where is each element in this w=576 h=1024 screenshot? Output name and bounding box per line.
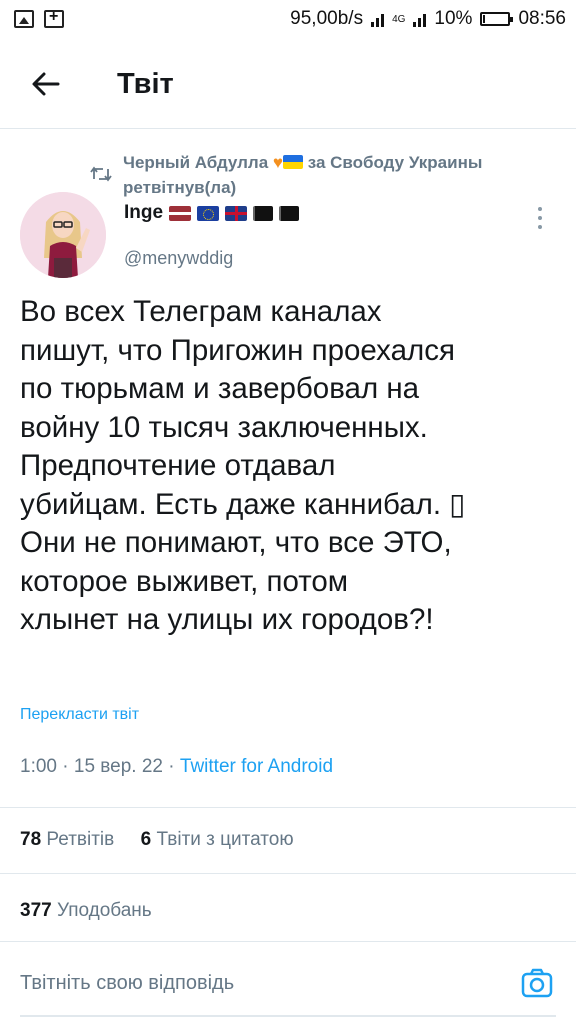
signal-4g-icon xyxy=(413,11,427,27)
black-flag-icon xyxy=(253,205,274,221)
tweet-time: 1:00 xyxy=(20,756,57,777)
divider xyxy=(0,807,576,808)
uk-flag-icon xyxy=(225,205,248,221)
reply-bar xyxy=(0,942,576,1024)
eu-flag-icon xyxy=(197,205,220,221)
author-name-row[interactable]: Inge xyxy=(124,202,300,224)
latvia-flag-icon xyxy=(169,205,192,221)
add-notification-icon xyxy=(44,8,64,28)
quotes-label: Твіти з цитатою xyxy=(156,829,294,850)
separator: · xyxy=(168,756,180,777)
reply-underline xyxy=(20,1015,556,1017)
tweet-line: Во всех Телеграм каналах xyxy=(20,295,382,328)
avatar-illustration-icon xyxy=(20,192,106,278)
retweets-label: Ретвітів xyxy=(46,829,115,850)
camera-icon[interactable] xyxy=(520,966,554,1000)
tweet-line: Они не понимают, что все ЭТО, xyxy=(20,526,452,559)
quotes-count: 6 xyxy=(140,829,152,850)
translate-tweet-link[interactable]: Перекласти твіт xyxy=(20,706,139,724)
signal-icon xyxy=(371,11,385,27)
separator: · xyxy=(62,756,74,777)
divider xyxy=(0,873,576,874)
avatar[interactable] xyxy=(20,192,106,278)
black-flag-icon xyxy=(279,205,300,221)
page-title: Твіт xyxy=(117,68,174,100)
quotes-stat[interactable]: 6 Твіти з цитатою xyxy=(141,829,294,850)
tweet-line: хлынет на улицы их городов?! xyxy=(20,603,434,636)
reply-input[interactable] xyxy=(20,972,500,995)
retweeter-name[interactable]: Черный Абдулла xyxy=(123,153,268,172)
retweet-action: ретвітнув(ла) xyxy=(123,178,237,197)
retweet-icon xyxy=(90,166,112,182)
battery-icon xyxy=(480,12,514,26)
more-options-icon[interactable] xyxy=(536,207,544,231)
tweet-source-link[interactable]: Twitter for Android xyxy=(180,756,333,777)
author-name[interactable]: Inge xyxy=(124,202,163,224)
network-speed: 95,00b/s xyxy=(290,8,364,29)
likes-count: 377 xyxy=(20,900,52,921)
retweets-count: 78 xyxy=(20,829,42,850)
author-handle[interactable]: @menywddig xyxy=(124,248,233,269)
tweet-line: Предпочтение отдавал xyxy=(20,449,336,482)
retweeter-suffix: за Свободу Украины xyxy=(307,153,483,172)
tweet-date: 15 вер. 22 xyxy=(73,756,163,777)
image-notification-icon xyxy=(14,10,34,28)
tweet-meta: 1:00 · 15 вер. 22 · Twitter for Android xyxy=(20,756,333,778)
tweet-line: убийцам. Есть даже каннибал. ▯ xyxy=(20,487,466,521)
retweets-stat[interactable]: 78 Ретвітів xyxy=(20,829,114,850)
network-type: 4G xyxy=(392,13,406,25)
ukraine-flag-icon xyxy=(282,155,303,169)
battery-percent: 10% xyxy=(434,8,473,29)
likes-label: Уподобань xyxy=(56,900,152,921)
clock: 08:56 xyxy=(518,8,566,29)
tweet-line: которое выживет, потом xyxy=(20,564,349,598)
back-arrow-icon[interactable] xyxy=(28,66,64,102)
tweet-line: войну 10 тысяч заключенных. xyxy=(20,410,428,444)
tweet-line: по тюрьмам и завербовал на xyxy=(20,372,420,405)
top-app-bar: Твіт xyxy=(0,40,576,129)
retweet-stats: 78 Ретвітів 6 Твіти з цитатою xyxy=(20,829,294,851)
orange-heart-icon: ♥ xyxy=(272,153,283,172)
tweet-line: пишут, что Пригожин проехался xyxy=(20,333,455,367)
status-bar: 95,00b/s 4G 10% 08:56 xyxy=(0,0,576,40)
likes-stat[interactable]: 377 Уподобань xyxy=(20,900,152,922)
tweet-text: Во всех Телеграм каналах пишут, что Приг… xyxy=(20,293,565,640)
